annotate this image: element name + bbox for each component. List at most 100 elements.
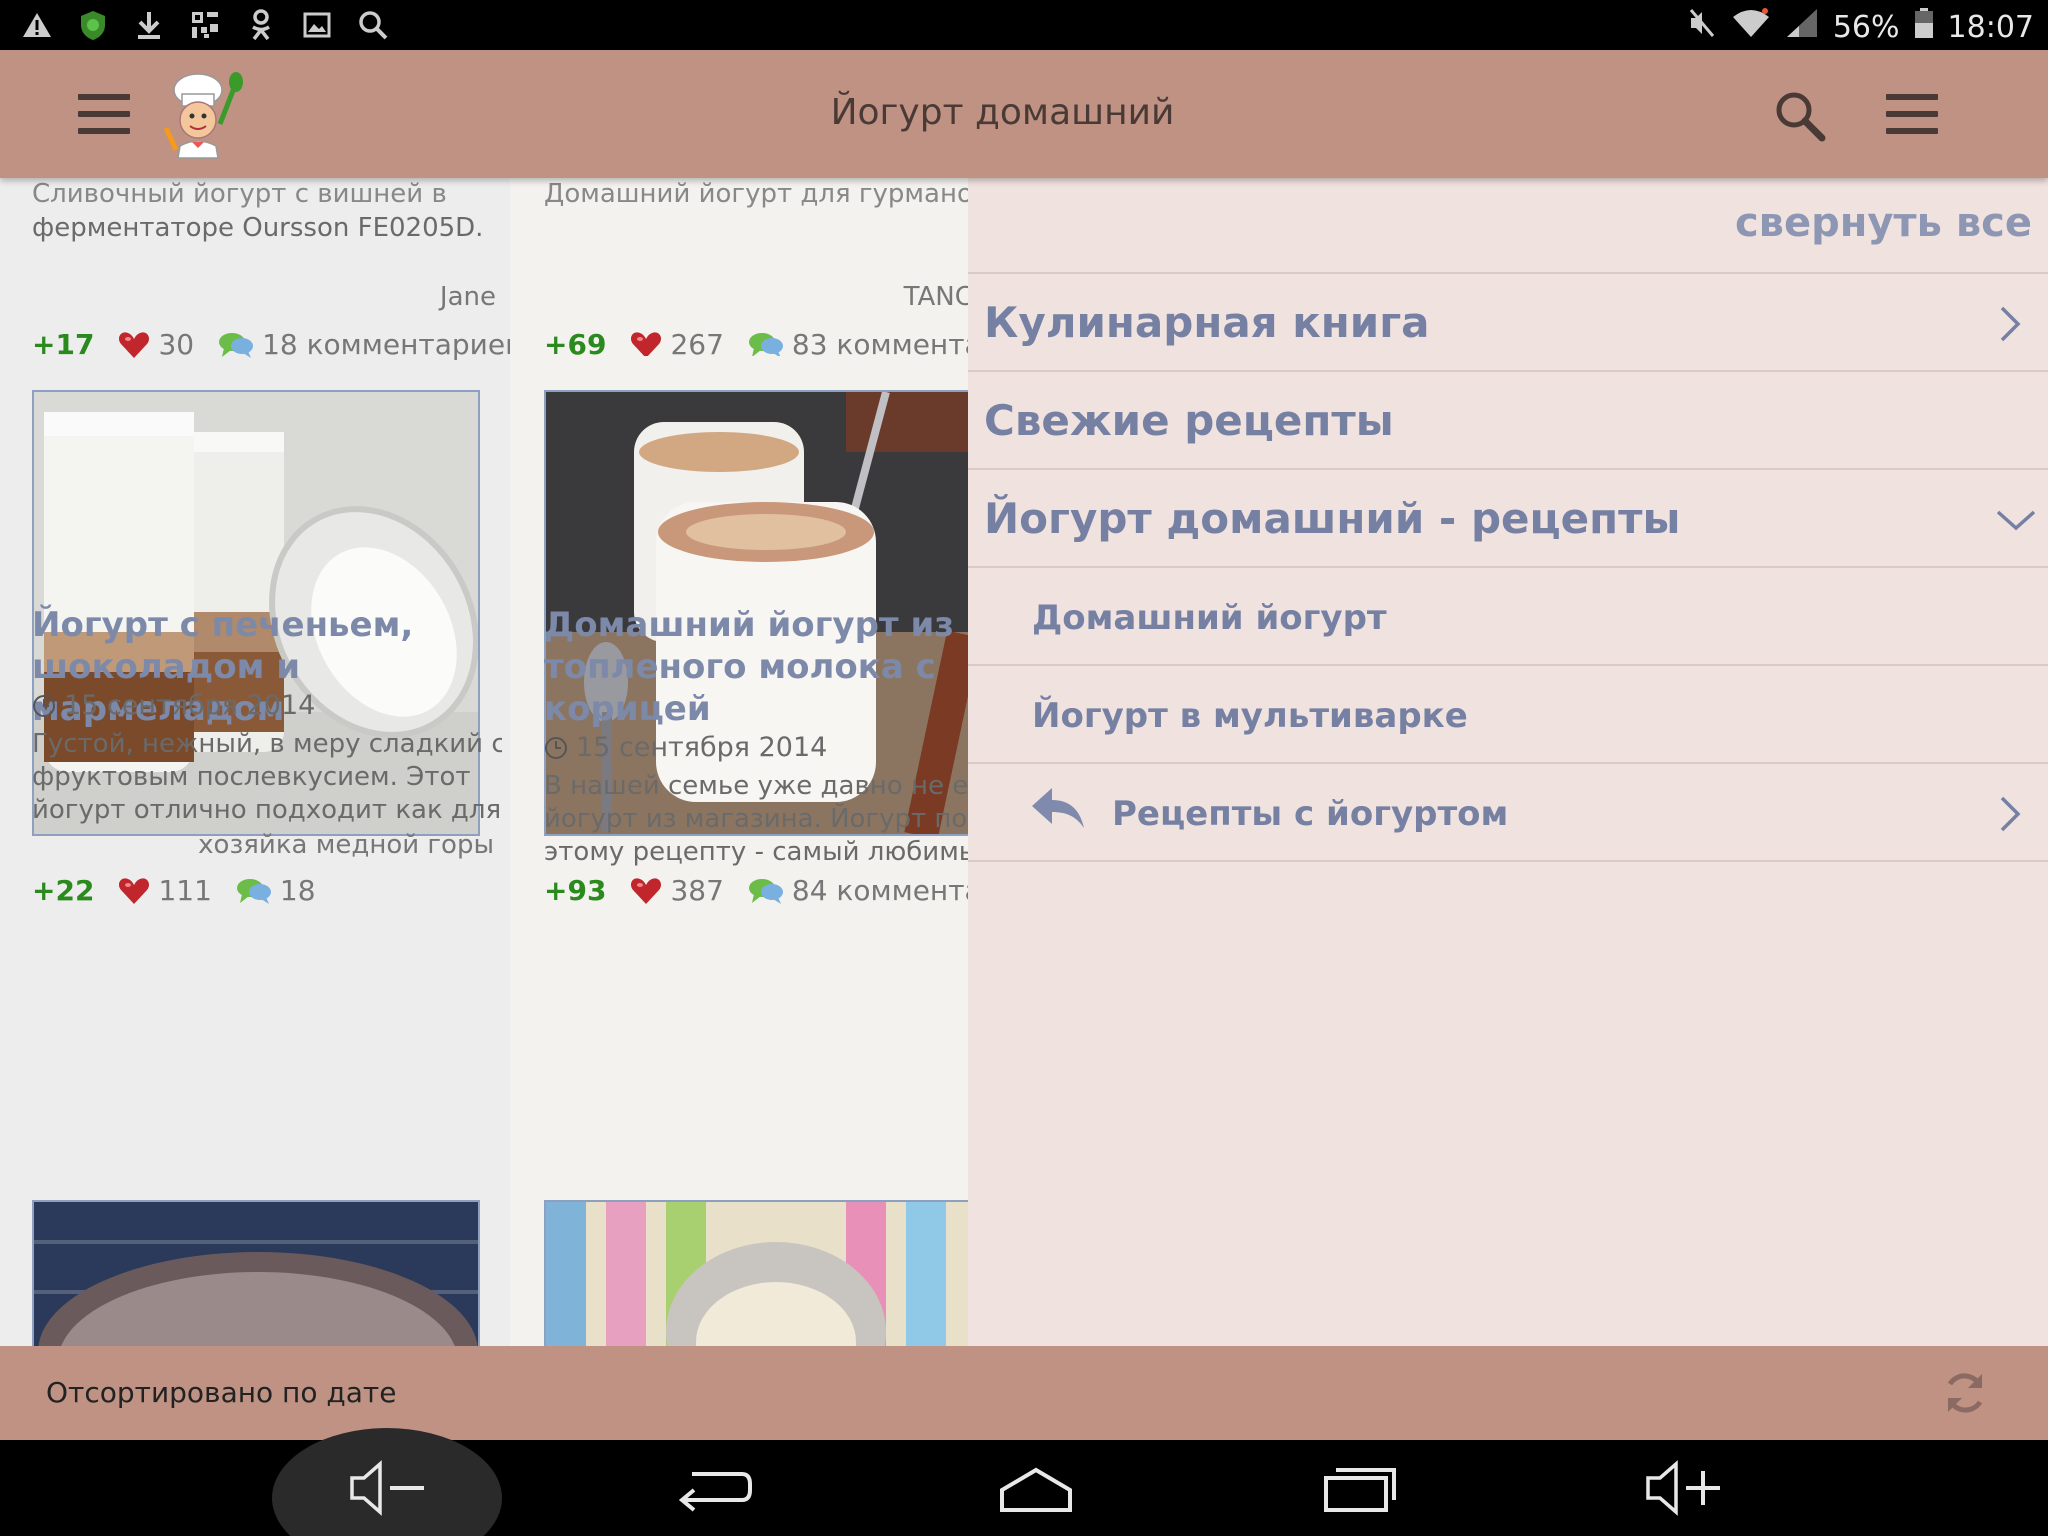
chevron-right-icon	[2000, 796, 2021, 832]
heart-icon	[119, 331, 150, 358]
drawer-item-home-yogurt[interactable]: Домашний йогурт	[968, 566, 2048, 664]
description-line: йогурт отлично подходит как для…	[32, 795, 502, 825]
likes-count[interactable]: 111	[118, 874, 212, 907]
recipe-title-line: топленого молока с	[544, 647, 936, 687]
recipe-description: Домашний йогурт для гурманов	[544, 179, 968, 209]
qr-icon	[188, 8, 222, 42]
heart-icon	[119, 877, 150, 904]
category-drawer: свернуть все Кулинарная книга Свежие рец…	[968, 178, 2048, 1346]
drawer-item-label: Рецепты с йогуртом	[1112, 794, 1509, 834]
description-line: Густой, нежный, в меру сладкий с	[32, 729, 502, 759]
volume-up-icon[interactable]	[1644, 1460, 1724, 1516]
drawer-item-yogurt-recipes[interactable]: Йогурт домашний - рецепты	[968, 468, 2048, 566]
signal-icon	[1785, 7, 1819, 47]
recipe-description: В нашей семье уже давно не едя йогурт из…	[544, 770, 968, 869]
date-value: 15 сентября 2014	[576, 732, 828, 763]
system-status: 56% 18:07	[1687, 6, 2034, 48]
reply-arrow-icon	[1032, 788, 1084, 828]
drawer-item-fresh-recipes[interactable]: Свежие рецепты	[968, 370, 2048, 468]
recipe-author[interactable]: TANCHIT	[904, 282, 968, 312]
recipe-card[interactable]	[0, 1188, 502, 1346]
likes-value: 387	[670, 874, 724, 907]
drawer-item-recipes-with-yogurt[interactable]: Рецепты с йогуртом	[968, 762, 2048, 862]
recipe-author[interactable]: хозяйка медной горы	[198, 830, 494, 860]
warning-icon	[20, 8, 54, 42]
drawer-item-label: Кулинарная книга	[984, 298, 1430, 347]
comments-value: 84 комментари	[791, 874, 968, 907]
refresh-button[interactable]	[1940, 1368, 1990, 1418]
recipe-description: Густой, нежный, в меру сладкий с фруктов…	[32, 728, 502, 827]
home-icon[interactable]	[996, 1460, 1076, 1516]
rating-score: +93	[544, 874, 607, 907]
drawer-item-label: Йогурт в мультиварке	[1032, 696, 1468, 736]
drawer-item-label: Домашний йогурт	[1032, 598, 1387, 638]
recipe-description: ферментаторе Oursson FE0205D.	[32, 213, 484, 243]
sort-label[interactable]: Отсортировано по дате	[46, 1376, 396, 1409]
comments-count[interactable]: 18	[236, 874, 316, 907]
comments-count[interactable]: 84 комментари	[748, 874, 968, 907]
drawer-item-label: Йогурт домашний - рецепты	[984, 494, 1681, 543]
recents-icon[interactable]	[1320, 1460, 1400, 1516]
description-line: В нашей семье уже давно не едя	[544, 771, 968, 801]
clock: 18:07	[1947, 9, 2034, 45]
clock-icon	[545, 736, 567, 759]
comments-icon	[236, 878, 271, 904]
recipe-title[interactable]: Домашний йогурт из топленого молока с ко…	[544, 604, 968, 730]
recipe-date: 15 сентября 2014	[544, 732, 827, 763]
collapse-all-button[interactable]: свернуть все	[1735, 200, 2032, 246]
mute-icon	[1687, 6, 1717, 48]
chevron-down-icon	[1996, 510, 2036, 531]
recipe-author[interactable]: Jane	[440, 282, 496, 312]
recipe-stats: +93 387 84 комментари	[544, 874, 968, 907]
description-line: йогурт из магазина. Йогурт по	[544, 804, 968, 834]
recipe-description: Сливочный йогурт с вишней в	[32, 179, 447, 209]
date-value: 15 сентября 2014	[64, 690, 316, 721]
drawer-item-multicooker-yogurt[interactable]: Йогурт в мультиварке	[968, 664, 2048, 762]
likes-count[interactable]: 387	[630, 874, 724, 907]
comments-icon	[748, 332, 783, 358]
heart-icon	[631, 877, 662, 904]
battery-percent: 56%	[1832, 9, 1900, 45]
recipe-card[interactable]: Йогурт с печеньем, шоколадом и мармеладо…	[0, 356, 502, 1256]
heart-icon	[631, 331, 662, 358]
recipe-title-line: корицей	[544, 689, 711, 729]
recipe-grid: Сливочный йогурт с вишней в ферментаторе…	[0, 178, 968, 1346]
menu-line	[1886, 128, 1938, 134]
comments-icon	[219, 332, 254, 358]
chevron-right-icon	[2000, 306, 2021, 342]
battery-icon	[1914, 7, 1934, 47]
odnoklassniki-icon	[244, 8, 278, 42]
recipe-title-line: Домашний йогурт из	[544, 605, 955, 645]
clock-icon	[33, 694, 55, 717]
overflow-menu-button[interactable]	[1886, 94, 1938, 134]
status-bar: 56% 18:07	[0, 0, 2048, 50]
recipe-photo[interactable]	[32, 1200, 480, 1346]
recipe-date: 15 сентября 2014	[32, 690, 315, 721]
drawer-item-label: Свежие рецепты	[984, 396, 1394, 445]
download-icon	[132, 8, 166, 42]
recipe-card[interactable]: Домашний йогурт из топленого молока с ко…	[510, 356, 968, 1256]
likes-value: 111	[158, 874, 212, 907]
recipe-title-line: Йогурт с печеньем,	[32, 605, 414, 645]
description-line: этому рецепту - самый любимы	[544, 837, 968, 867]
description-line: фруктовым послевкусием. Этот	[32, 762, 471, 792]
volume-down-icon[interactable]	[348, 1460, 428, 1516]
refresh-icon	[1947, 1373, 1983, 1413]
recipe-card[interactable]	[510, 1188, 968, 1346]
screen: 56% 18:07 Йогурт домашний Сливочный йогу…	[0, 0, 2048, 1536]
image-icon	[300, 8, 334, 42]
back-icon[interactable]	[672, 1460, 752, 1516]
page-title: Йогурт домашний	[830, 92, 1175, 133]
search-icon	[356, 8, 390, 42]
drawer-item-cookbook[interactable]: Кулинарная книга	[968, 272, 2048, 370]
app-bar: Йогурт домашний	[0, 50, 2048, 178]
sort-bar: Отсортировано по дате	[0, 1346, 2048, 1440]
recipe-photo[interactable]	[544, 1200, 968, 1346]
menu-line	[1886, 111, 1938, 117]
comments-icon	[748, 878, 783, 904]
shield-icon	[76, 8, 110, 42]
menu-line	[1886, 94, 1938, 100]
wifi-icon	[1731, 7, 1771, 47]
search-button[interactable]	[1772, 88, 1828, 144]
rating-score: +22	[32, 874, 95, 907]
